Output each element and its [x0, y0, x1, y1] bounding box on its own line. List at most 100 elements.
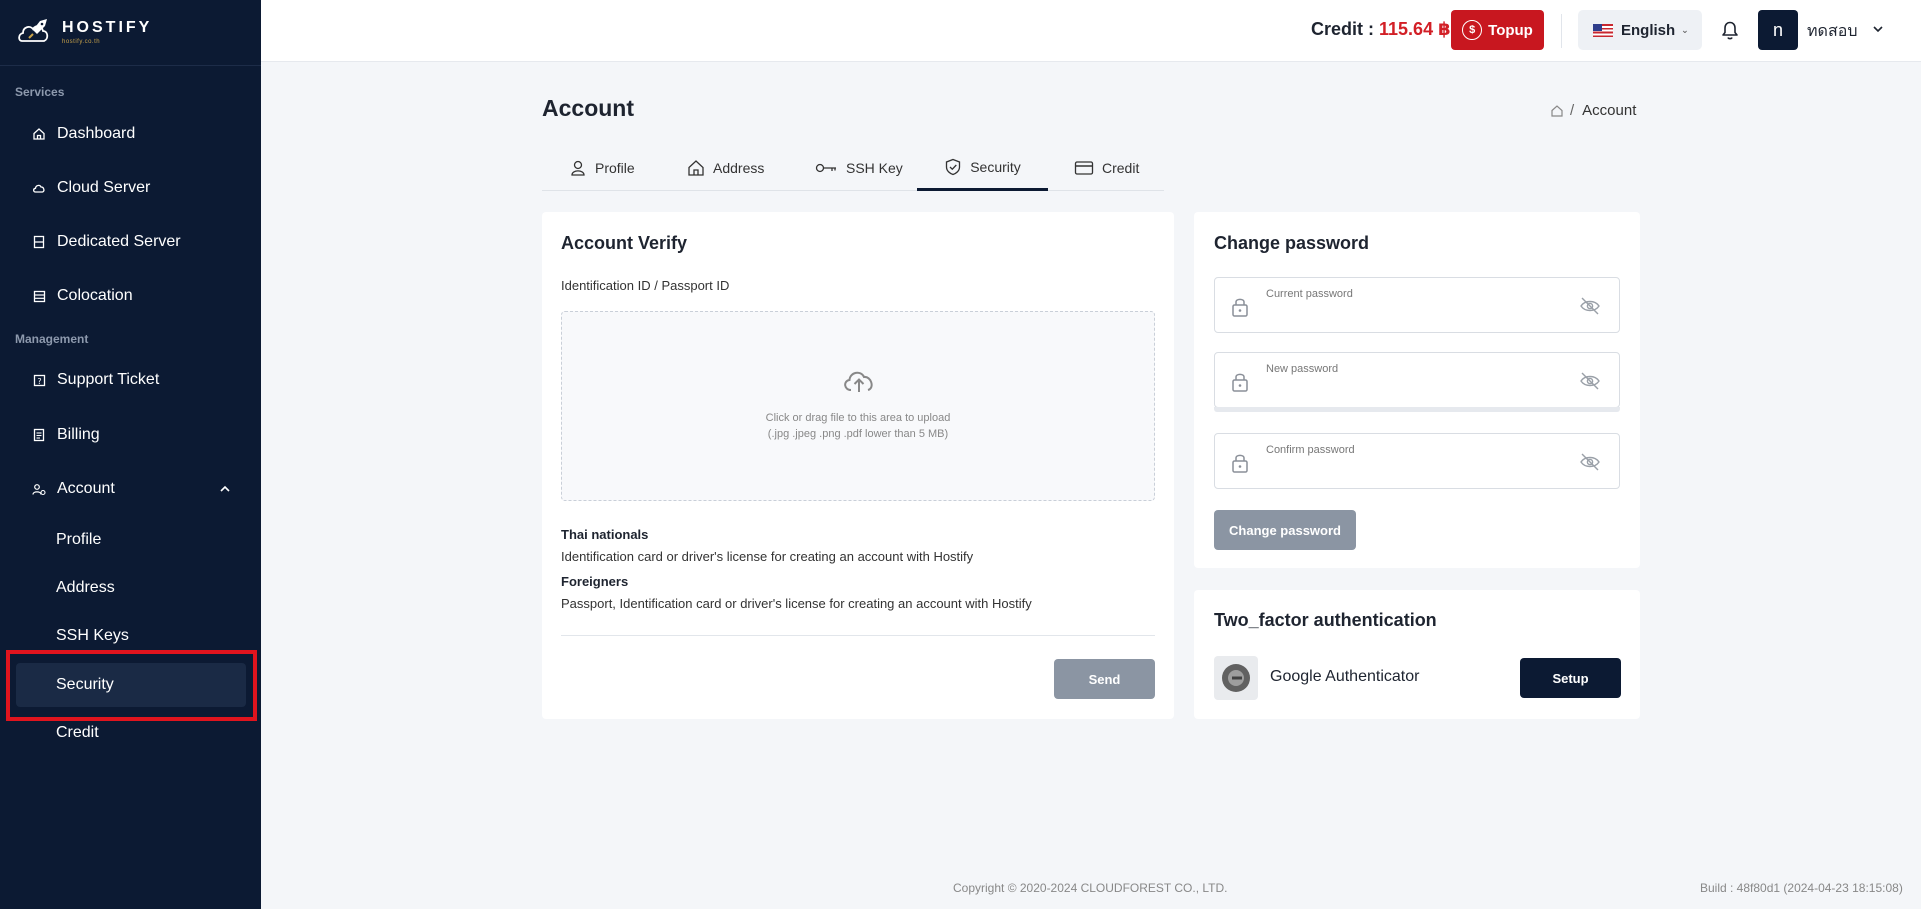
- server-icon: [31, 234, 47, 250]
- new-password-field[interactable]: New password: [1214, 352, 1620, 408]
- id-field-label: Identification ID / Passport ID: [561, 278, 730, 293]
- ticket-icon: ?: [31, 372, 47, 388]
- thai-nationals-text: Identification card or driver's license …: [561, 549, 974, 564]
- logo-brand: HOSTIFY: [62, 19, 153, 36]
- sidebar-item-label: Billing: [57, 426, 100, 443]
- credit-balance: Credit : 115.64 ฿: [1311, 19, 1451, 40]
- credit-label: Credit :: [1311, 19, 1380, 39]
- tab-ssh-key[interactable]: SSH Key: [814, 145, 903, 191]
- topup-label: Topup: [1488, 21, 1533, 39]
- chevron-down-icon[interactable]: [1871, 22, 1885, 36]
- sidebar-item-dashboard[interactable]: Dashboard: [16, 112, 246, 156]
- chevron-down-icon: ⌄: [1681, 24, 1689, 35]
- sidebar-item-label: Account: [57, 480, 115, 497]
- card-title: Account Verify: [561, 233, 688, 253]
- bell-icon[interactable]: [1716, 16, 1744, 44]
- tab-credit[interactable]: Credit: [1074, 145, 1139, 191]
- footer-build: Build : 48f80d1 (2024-04-23 18:15:08): [1700, 881, 1903, 895]
- account-tabs: Profile Address SSH Key Security Credit: [542, 145, 1164, 191]
- divider: [1561, 14, 1562, 48]
- credit-amount: 115.64 ฿: [1379, 19, 1451, 39]
- home-icon: [31, 126, 47, 142]
- chevron-up-icon: [220, 485, 230, 492]
- language-label: English: [1621, 21, 1676, 39]
- tab-label: Security: [970, 158, 1021, 175]
- confirm-password-field[interactable]: Confirm password: [1214, 433, 1620, 489]
- sidebar-item-label: Colocation: [57, 287, 133, 304]
- foreigners-text: Passport, Identification card or driver'…: [561, 596, 1032, 611]
- sidebar-item-label: Dedicated Server: [57, 233, 181, 250]
- cloud-icon: [31, 180, 47, 196]
- upload-hint: Click or drag file to this area to uploa…: [765, 412, 951, 424]
- file-upload-dropzone[interactable]: Click or drag file to this area to uploa…: [561, 311, 1155, 501]
- breadcrumb-current: Account: [1582, 102, 1637, 119]
- tab-label: SSH Key: [846, 160, 903, 176]
- logo-subtitle: hostify.co.th: [62, 39, 101, 45]
- footer-copyright: Copyright © 2020-2024 CLOUDFOREST CO., L…: [953, 881, 1228, 895]
- tab-security[interactable]: Security: [917, 145, 1048, 191]
- page-title: Account: [542, 95, 634, 121]
- coin-icon: $: [1462, 20, 1483, 40]
- eye-off-icon[interactable]: [1579, 371, 1601, 391]
- breadcrumb: / Account: [1550, 102, 1636, 119]
- google-authenticator-icon: [1214, 656, 1258, 700]
- us-flag-icon: [1593, 23, 1613, 37]
- tab-profile[interactable]: Profile: [569, 145, 635, 191]
- sidebar: HOSTIFY hostify.co.th Services Dashboard…: [0, 0, 261, 909]
- shield-icon: [946, 158, 961, 175]
- tab-label: Credit: [1102, 160, 1140, 176]
- lock-icon: [1232, 373, 1248, 392]
- sidebar-item-support-ticket[interactable]: ? Support Ticket: [16, 358, 246, 402]
- sidebar-item-cloud-server[interactable]: Cloud Server: [16, 166, 246, 210]
- user-group-icon: [31, 481, 47, 497]
- change-password-button[interactable]: Change password: [1214, 510, 1356, 550]
- send-button[interactable]: Send: [1054, 659, 1155, 699]
- eye-off-icon[interactable]: [1579, 452, 1601, 472]
- eye-off-icon[interactable]: [1579, 296, 1601, 316]
- invoice-icon: [31, 427, 47, 443]
- credit-card-icon: [1074, 161, 1094, 175]
- sidebar-item-colocation[interactable]: Colocation: [16, 274, 246, 318]
- cloud-upload-icon: [844, 371, 873, 392]
- tab-address[interactable]: Address: [687, 145, 764, 191]
- home-icon: [688, 160, 704, 176]
- lock-icon: [1232, 454, 1248, 473]
- lock-icon: [1232, 298, 1248, 317]
- password-strength-bar: [1214, 407, 1620, 412]
- current-password-placeholder: Current password: [1266, 288, 1353, 300]
- account-verify-card: Account Verify Identification ID / Passp…: [542, 212, 1174, 719]
- breadcrumb-separator: /: [1570, 102, 1575, 119]
- rocket-logo-icon: [18, 18, 49, 42]
- key-icon: [815, 163, 836, 173]
- foreigners-heading: Foreigners: [561, 574, 629, 589]
- sidebar-sub-address[interactable]: Address: [16, 566, 246, 610]
- upload-file-types: (.jpg .jpeg .png .pdf lower than 5 MB): [767, 428, 949, 440]
- card-title: Change password: [1214, 233, 1370, 253]
- setup-button[interactable]: Setup: [1520, 658, 1621, 698]
- section-label-services: Services: [15, 85, 65, 99]
- card-title: Two_factor authentication: [1214, 610, 1437, 630]
- two-factor-card: Two_factor authentication Google Authent…: [1194, 590, 1640, 719]
- top-bar: Credit : 115.64 ฿ $ Topup English ⌄ n ทด…: [261, 0, 1921, 62]
- section-label-management: Management: [15, 332, 89, 346]
- sidebar-sub-profile[interactable]: Profile: [16, 518, 246, 562]
- home-icon[interactable]: [1550, 104, 1564, 118]
- topup-button[interactable]: $ Topup: [1451, 10, 1544, 50]
- thai-nationals-heading: Thai nationals: [561, 527, 649, 542]
- sidebar-item-account[interactable]: Account: [16, 467, 246, 511]
- tab-label: Address: [713, 160, 765, 176]
- divider: [561, 635, 1155, 636]
- change-password-card: Change password Current password New pas…: [1194, 212, 1640, 568]
- sidebar-item-label: Cloud Server: [57, 179, 151, 196]
- user-icon: [571, 160, 585, 176]
- new-password-placeholder: New password: [1266, 363, 1339, 375]
- sidebar-item-dedicated-server[interactable]: Dedicated Server: [16, 220, 246, 264]
- current-password-field[interactable]: Current password: [1214, 277, 1620, 333]
- avatar[interactable]: n: [1758, 10, 1798, 50]
- sidebar-item-billing[interactable]: Billing: [16, 413, 246, 457]
- logo[interactable]: HOSTIFY hostify.co.th: [0, 0, 261, 66]
- username[interactable]: ทดสอบ: [1807, 19, 1857, 44]
- svg-text:?: ?: [37, 377, 41, 386]
- language-select[interactable]: English ⌄: [1578, 10, 1702, 50]
- authenticator-name: Google Authenticator: [1270, 668, 1420, 685]
